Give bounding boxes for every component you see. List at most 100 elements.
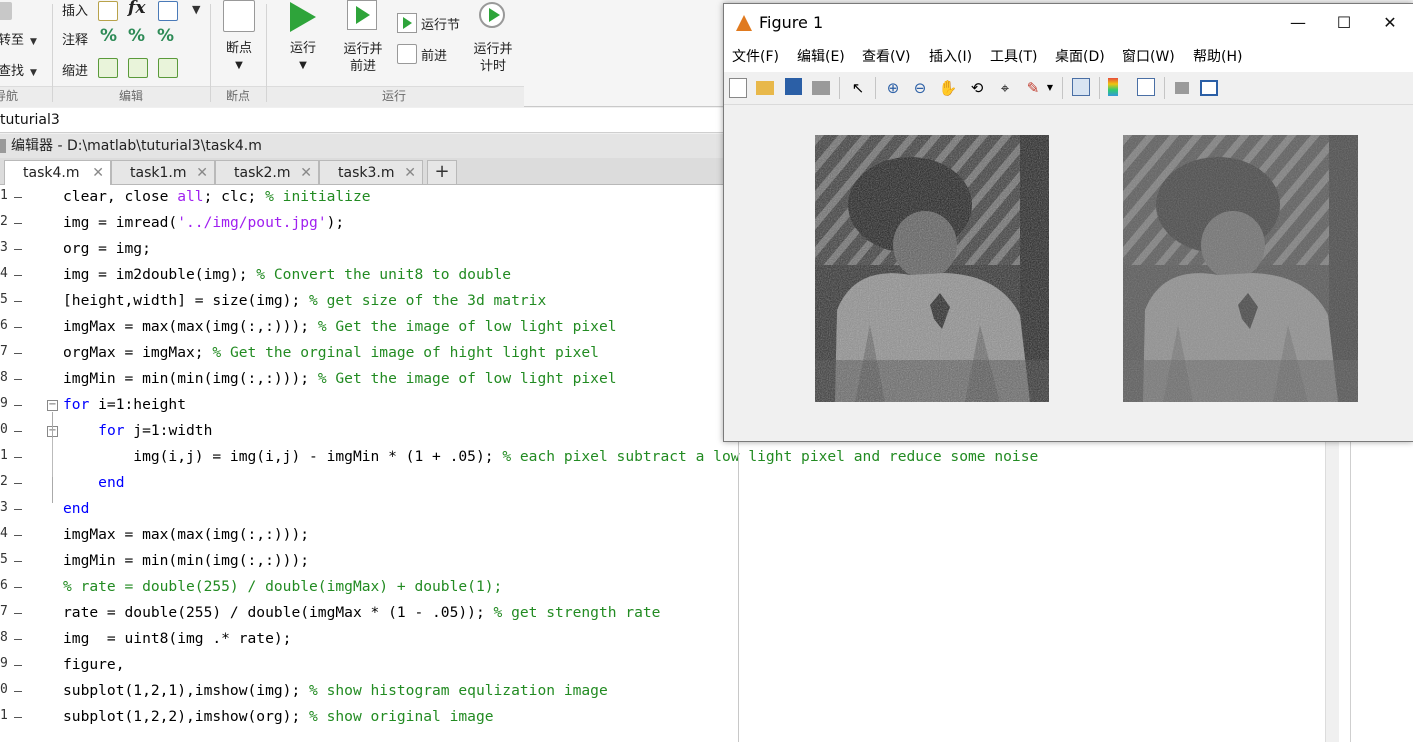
decrease-indent-icon[interactable] xyxy=(158,58,178,78)
goto-button[interactable]: 转至 ▼ xyxy=(0,29,37,48)
hide-plot-tools-icon[interactable] xyxy=(1175,82,1189,94)
code-line[interactable]: orgMax = imgMax; % Get the orginal image… xyxy=(63,344,599,361)
insert-section-icon[interactable] xyxy=(98,1,118,21)
run-and-time-button[interactable]: 运行并 计时 xyxy=(468,41,518,75)
close-icon[interactable]: ✕ xyxy=(92,161,104,185)
tab-task1[interactable]: task1.m ✕ xyxy=(111,160,215,184)
advance-icon[interactable] xyxy=(397,44,417,64)
breakpoint-marker[interactable] xyxy=(14,587,22,588)
advance-button[interactable]: 前进 xyxy=(421,45,447,64)
menu-edit[interactable]: 编辑(E) xyxy=(797,42,845,72)
open-file-icon[interactable] xyxy=(756,81,774,95)
code-line[interactable]: for j=1:width xyxy=(63,422,212,439)
code-line[interactable]: subplot(1,2,1),imshow(img); % show histo… xyxy=(63,682,608,699)
code-line[interactable]: figure, xyxy=(63,656,125,673)
code-line[interactable]: % rate = double(255) / double(imgMax) + … xyxy=(63,578,502,595)
rotate-3d-icon[interactable]: ⟲ xyxy=(967,78,987,98)
breakpoint-marker[interactable] xyxy=(14,431,22,432)
breakpoint-marker[interactable] xyxy=(14,223,22,224)
code-line[interactable]: imgMax = max(max(img(:,:))); % Get the i… xyxy=(63,318,617,335)
menu-view[interactable]: 查看(V) xyxy=(862,42,911,72)
code-line[interactable]: end xyxy=(63,474,124,491)
breakpoint-marker[interactable] xyxy=(14,509,22,510)
data-cursor-icon[interactable]: ⌖ xyxy=(995,78,1015,98)
menu-window[interactable]: 窗口(W) xyxy=(1122,42,1175,72)
zoom-out-icon[interactable]: ⊖ xyxy=(910,78,930,98)
link-plot-icon[interactable] xyxy=(1072,78,1090,96)
zoom-in-icon[interactable]: ⊕ xyxy=(883,78,903,98)
add-tab-button[interactable]: + xyxy=(427,160,457,184)
pointer-icon[interactable]: ↖ xyxy=(848,78,868,98)
figure-titlebar[interactable]: Figure 1 — ☐ ✕ xyxy=(724,4,1413,42)
breakpoint-marker[interactable] xyxy=(14,405,22,406)
wrap-comment-icon[interactable]: % xyxy=(157,26,174,46)
tab-task4[interactable]: task4.m ✕ xyxy=(4,160,111,185)
run-icon[interactable] xyxy=(290,2,316,32)
show-plot-tools-icon[interactable] xyxy=(1200,80,1218,96)
tab-task3[interactable]: task3.m ✕ xyxy=(319,160,423,184)
code-line[interactable]: subplot(1,2,2),imshow(org); % show origi… xyxy=(63,708,494,725)
breakpoint-marker[interactable] xyxy=(14,301,22,302)
breakpoint-marker[interactable] xyxy=(14,327,22,328)
close-icon[interactable]: ✕ xyxy=(404,161,416,185)
code-line[interactable]: img = uint8(img .* rate); xyxy=(63,630,291,647)
run-and-advance-icon[interactable] xyxy=(347,0,377,30)
print-icon[interactable] xyxy=(812,81,830,95)
code-line[interactable]: org = img; xyxy=(63,240,151,257)
insert-function-button[interactable]: fx xyxy=(128,0,145,18)
breakpoint-marker[interactable] xyxy=(14,379,22,380)
comment-percent-icon[interactable]: % xyxy=(100,26,117,46)
pan-icon[interactable]: ✋ xyxy=(938,78,958,98)
code-line[interactable]: img(i,j) = img(i,j) - imgMin * (1 + .05)… xyxy=(63,448,1038,465)
code-line[interactable]: img = im2double(img); % Convert the unit… xyxy=(63,266,511,283)
insert-menu-icon[interactable] xyxy=(158,1,178,21)
breakpoint-marker[interactable] xyxy=(14,691,22,692)
breakpoint-marker[interactable] xyxy=(14,561,22,562)
run-section-button[interactable]: 运行节 xyxy=(421,14,460,33)
chevron-down-icon[interactable]: ▼ xyxy=(192,3,200,16)
breakpoint-marker[interactable] xyxy=(14,535,22,536)
tab-task2[interactable]: task2.m ✕ xyxy=(215,160,319,184)
figure-canvas[interactable] xyxy=(724,105,1413,441)
minimize-button[interactable]: — xyxy=(1275,4,1321,42)
close-icon[interactable]: ✕ xyxy=(196,161,208,185)
maximize-button[interactable]: ☐ xyxy=(1321,4,1367,42)
code-line[interactable]: imgMin = min(min(img(:,:))); xyxy=(63,552,309,569)
original-image-axes[interactable] xyxy=(1123,135,1358,402)
uncomment-icon[interactable]: % xyxy=(128,26,145,46)
breakpoint-marker[interactable] xyxy=(14,665,22,666)
breakpoints-button[interactable]: 断点 ▼ xyxy=(214,40,264,74)
breakpoint-marker[interactable] xyxy=(14,275,22,276)
code-line[interactable]: clear, close all; clc; % initialize xyxy=(63,188,371,205)
smart-indent-icon[interactable] xyxy=(98,58,118,78)
breakpoint-marker[interactable] xyxy=(14,457,22,458)
menu-insert[interactable]: 插入(I) xyxy=(929,42,972,72)
processed-image-axes[interactable] xyxy=(815,135,1049,402)
code-line[interactable]: imgMin = min(min(img(:,:))); % Get the i… xyxy=(63,370,617,387)
menu-tools[interactable]: 工具(T) xyxy=(990,42,1037,72)
close-button[interactable]: ✕ xyxy=(1367,4,1413,42)
menu-file[interactable]: 文件(F) xyxy=(732,42,779,72)
save-icon[interactable] xyxy=(785,78,802,95)
colorbar-icon[interactable] xyxy=(1108,78,1118,96)
code-line[interactable]: for i=1:height xyxy=(63,396,186,413)
run-button[interactable]: 运行 ▼ xyxy=(278,40,328,74)
run-and-advance-button[interactable]: 运行并 前进 xyxy=(337,41,389,75)
code-line[interactable]: [height,width] = size(img); % get size o… xyxy=(63,292,546,309)
breakpoint-marker[interactable] xyxy=(14,197,22,198)
editor-scrollbar[interactable] xyxy=(1325,440,1339,742)
code-line[interactable]: end xyxy=(63,500,89,517)
new-figure-icon[interactable] xyxy=(729,78,747,98)
find-button[interactable]: 查找 ▼ xyxy=(0,60,37,79)
breakpoint-marker[interactable] xyxy=(14,613,22,614)
breakpoint-marker[interactable] xyxy=(14,249,22,250)
figure-window[interactable]: Figure 1 — ☐ ✕ 文件(F) 编辑(E) 查看(V) 插入(I) 工… xyxy=(723,3,1413,442)
breakpoint-marker[interactable] xyxy=(14,639,22,640)
breakpoint-marker[interactable] xyxy=(14,717,22,718)
run-and-time-icon[interactable] xyxy=(479,2,505,28)
fold-toggle-icon[interactable]: − xyxy=(47,400,58,411)
code-line[interactable]: imgMax = max(max(img(:,:))); xyxy=(63,526,309,543)
menu-desktop[interactable]: 桌面(D) xyxy=(1055,42,1105,72)
breakpoint-marker[interactable] xyxy=(14,483,22,484)
code-line[interactable]: img = imread('../img/pout.jpg'); xyxy=(63,214,344,231)
